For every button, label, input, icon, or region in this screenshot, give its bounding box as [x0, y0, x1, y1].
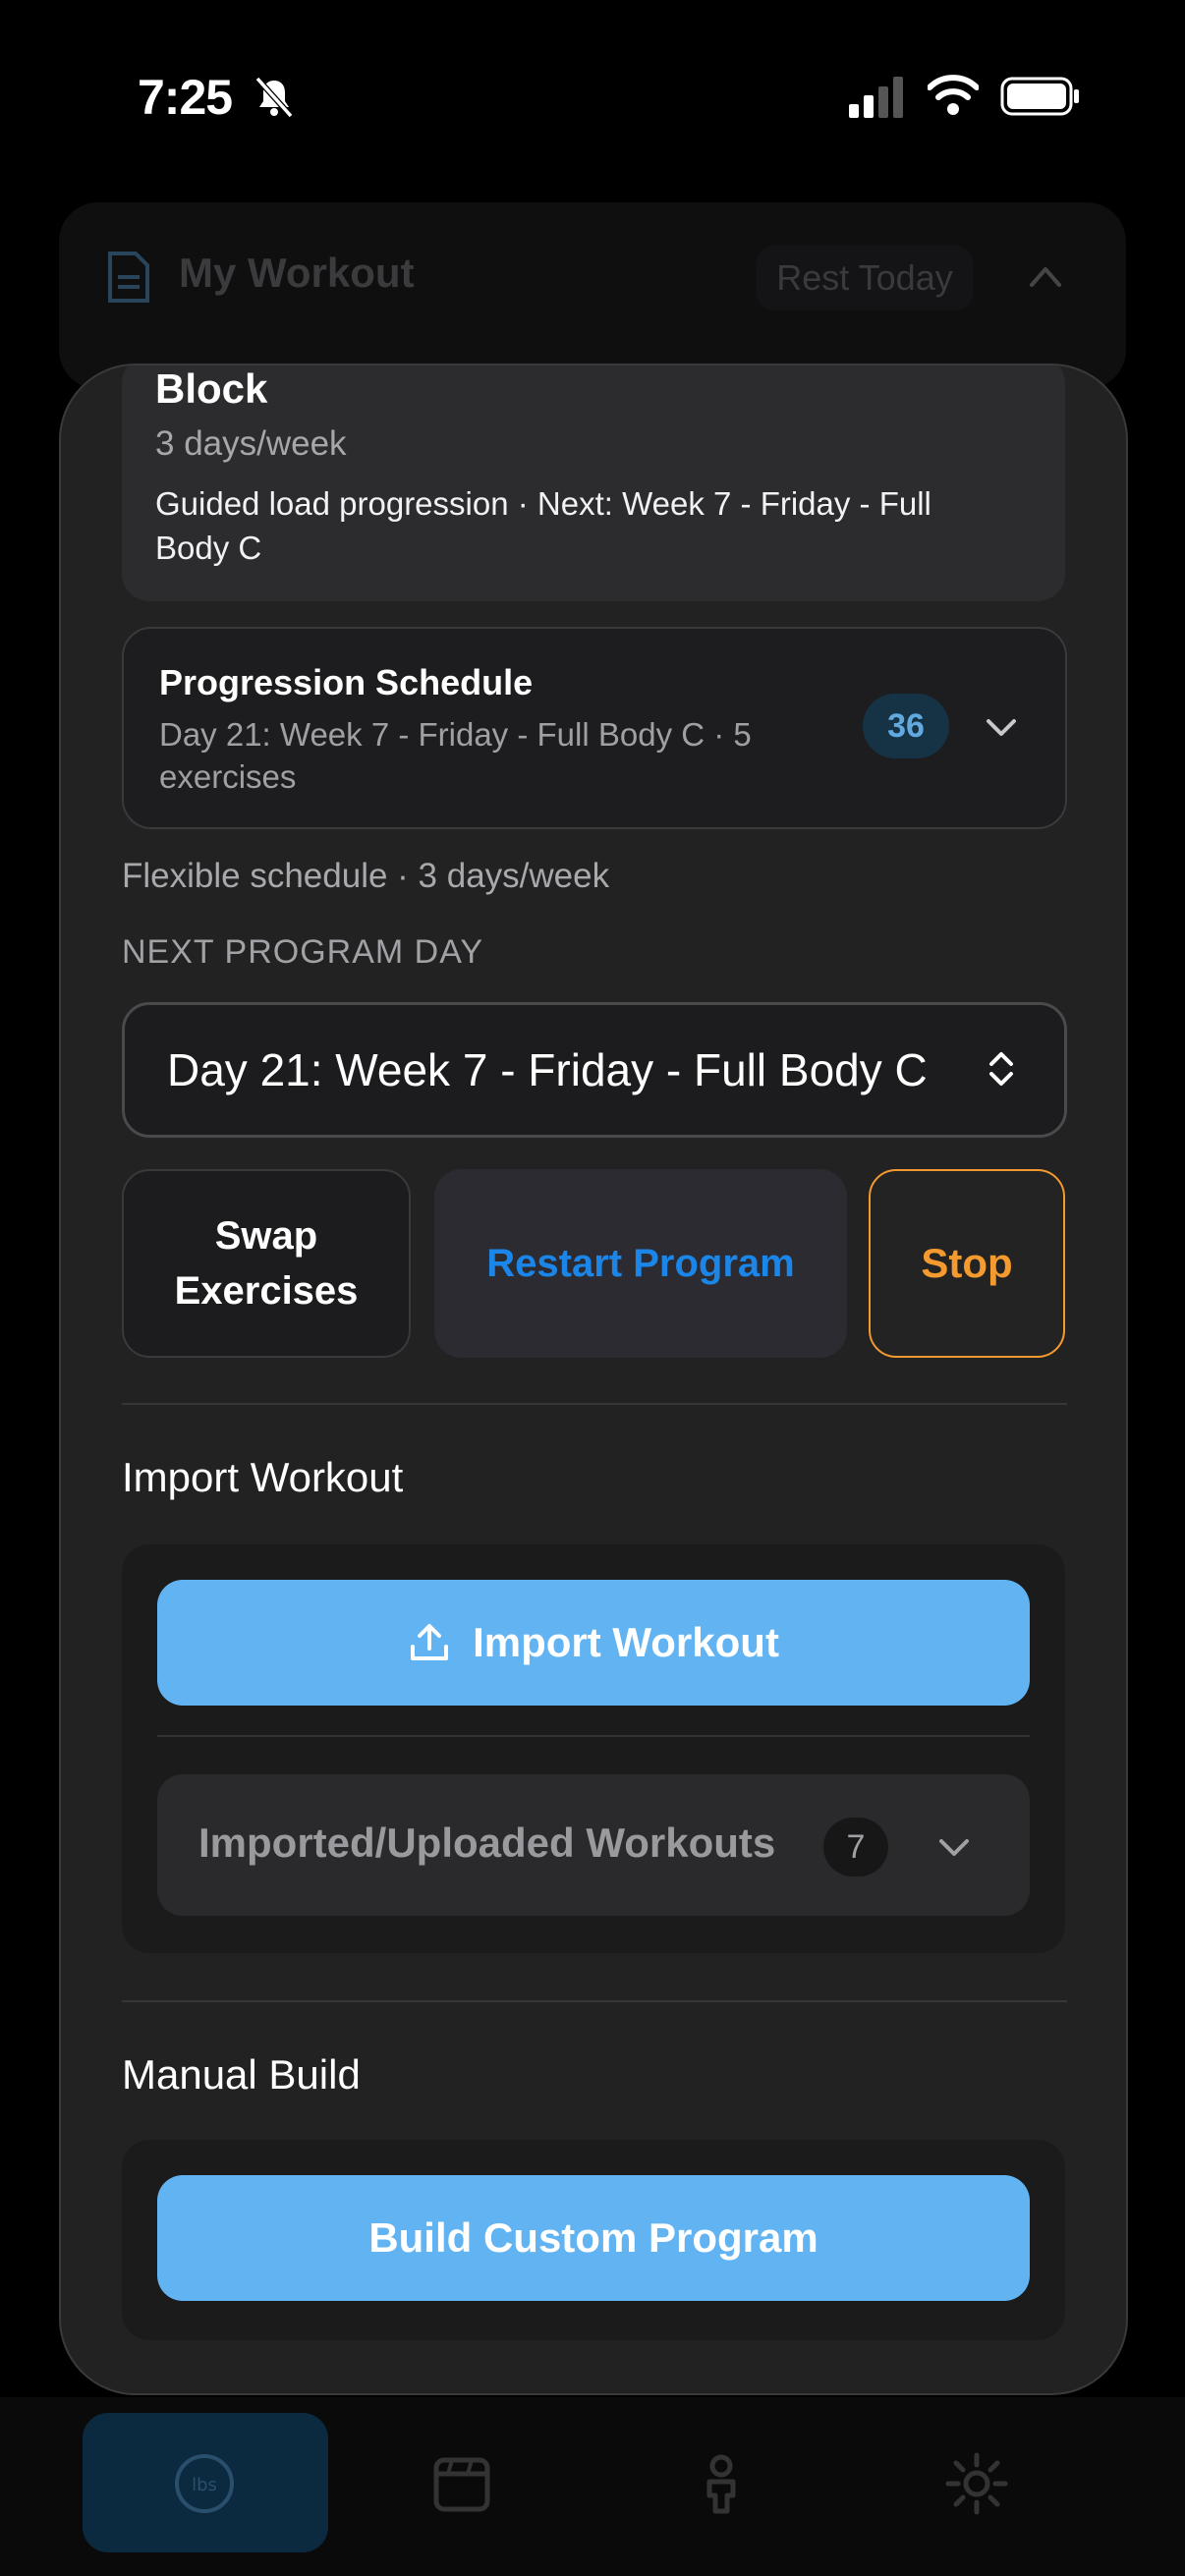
block-description: Guided load progression · Next: Week 7 -…	[155, 485, 931, 566]
progression-count-badge: 36	[863, 694, 949, 758]
import-workout-button[interactable]: Import Workout	[157, 1580, 1030, 1706]
upload-icon	[411, 1624, 449, 1660]
wifi-icon	[928, 75, 979, 115]
cellular-signal-icon	[849, 77, 903, 118]
settings-sun-icon[interactable]	[945, 2452, 1008, 2515]
document-icon	[108, 252, 149, 303]
import-panel-divider	[157, 1735, 1030, 1737]
program-sheet: Block 3 days/week Guided load progressio…	[59, 364, 1128, 2395]
lbs-icon[interactable]: lbs	[173, 2452, 236, 2515]
stop-button[interactable]: Stop	[869, 1169, 1065, 1358]
next-program-day-label: NEXT PROGRAM DAY	[122, 933, 484, 971]
import-workout-button-label: Import Workout	[473, 1619, 779, 1665]
chevron-down-icon[interactable]	[985, 717, 1018, 739]
next-program-day-value: Day 21: Week 7 - Friday - Full Body C	[167, 1044, 928, 1095]
bell-slash-icon	[254, 76, 294, 119]
progression-subtitle: Day 21: Week 7 - Friday - Full Body C · …	[159, 716, 752, 795]
battery-icon	[1000, 77, 1079, 116]
progression-title: Progression Schedule	[159, 662, 534, 702]
chevron-up-icon[interactable]	[1026, 261, 1065, 291]
person-icon[interactable]	[690, 2452, 753, 2515]
build-custom-program-button[interactable]: Build Custom Program	[157, 2175, 1030, 2301]
swap-exercises-button[interactable]: Swap Exercises	[122, 1169, 411, 1358]
workout-title: My Workout	[179, 250, 415, 296]
import-section-title: Import Workout	[122, 1454, 404, 1500]
chevron-up-down-icon	[989, 1052, 1013, 1086]
schedule-note: Flexible schedule · 3 days/week	[122, 857, 610, 895]
status-time: 7:25	[138, 70, 233, 125]
imported-count-badge: 7	[823, 1818, 888, 1876]
manual-build-title: Manual Build	[122, 2051, 361, 2098]
block-title: Block	[155, 365, 268, 412]
section-divider	[122, 1403, 1067, 1405]
lbs-tab-label: lbs	[192, 2475, 217, 2495]
calendar-icon[interactable]	[430, 2452, 493, 2515]
imported-workouts-label: Imported/Uploaded Workouts	[198, 1820, 776, 1866]
chevron-down-icon[interactable]	[937, 1837, 971, 1859]
restart-program-button[interactable]: Restart Program	[434, 1169, 847, 1358]
rest-today-badge[interactable]: Rest Today	[757, 246, 973, 310]
section-divider	[122, 2000, 1067, 2002]
block-frequency: 3 days/week	[155, 424, 347, 463]
